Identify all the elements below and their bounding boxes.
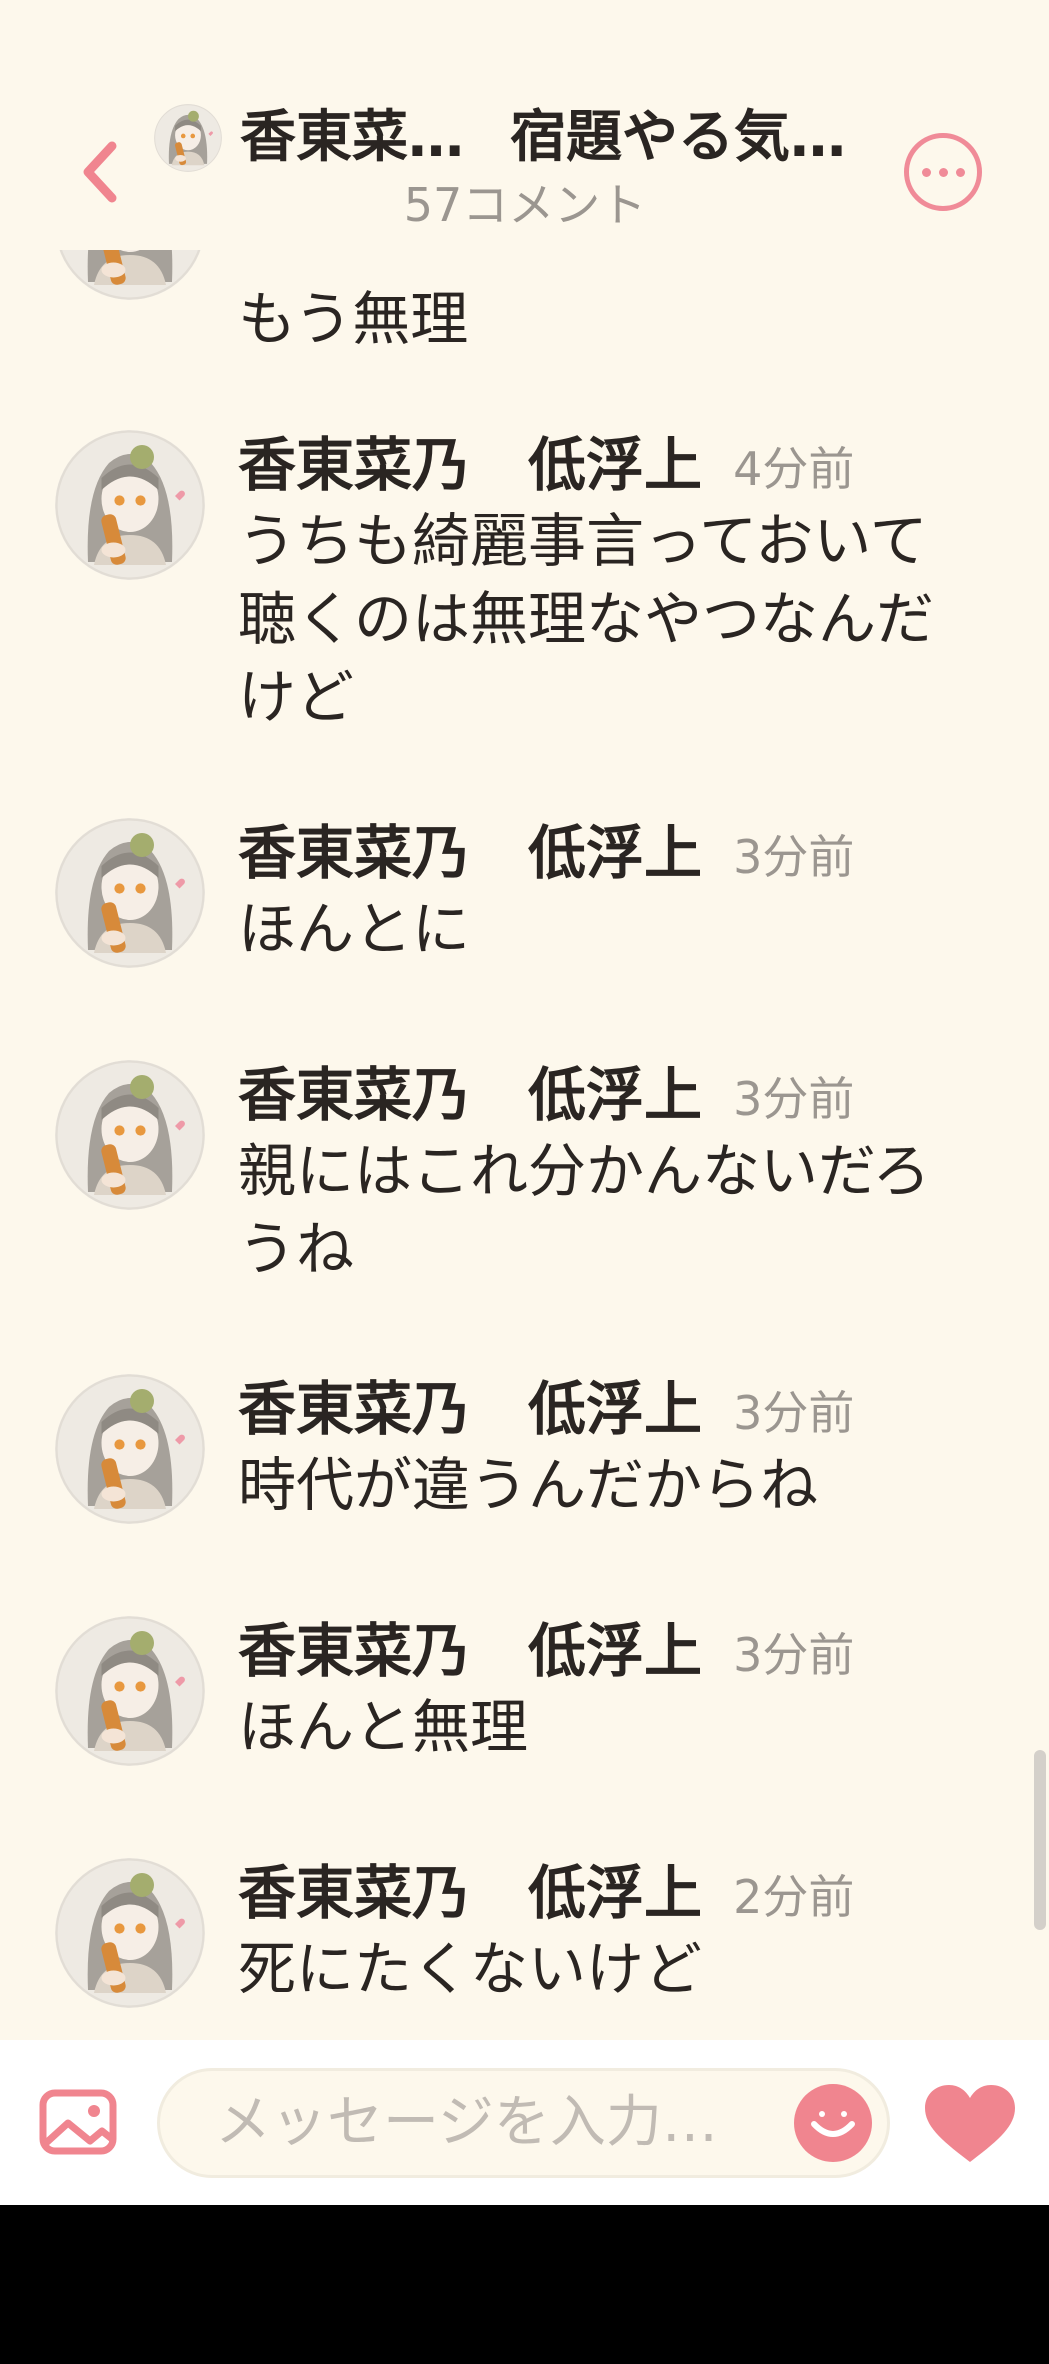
- timestamp: 3分前: [733, 1072, 855, 1126]
- message-text: 親にはこれ分かんないだろうね: [238, 1137, 931, 1283]
- avatar[interactable]: [55, 430, 205, 580]
- message-meta: 香東菜乃 低浮上 3分前: [238, 818, 854, 888]
- message-meta: 香東菜乃 低浮上 3分前: [238, 1374, 854, 1444]
- message-text: ほんとに: [238, 895, 471, 963]
- author-name[interactable]: 香東菜乃 低浮上: [238, 1859, 702, 1927]
- more-icon: [921, 167, 931, 177]
- timestamp: 4分前: [733, 442, 855, 496]
- room-owner-name: 香東菜…: [240, 105, 464, 170]
- timestamp: 3分前: [733, 830, 855, 884]
- message-meta: 香東菜乃 低浮上 4分前: [238, 430, 854, 500]
- back-button[interactable]: [70, 132, 130, 212]
- avatar[interactable]: [55, 1616, 205, 1766]
- more-options-button[interactable]: [904, 133, 982, 211]
- comment-count: 57コメント: [403, 178, 647, 232]
- message-text: もう無理: [238, 285, 469, 353]
- timestamp: 3分前: [733, 1628, 855, 1682]
- message-text: 時代が違うんだからね: [238, 1451, 819, 1519]
- back-chevron-icon: [83, 141, 117, 203]
- avatar[interactable]: [55, 1060, 205, 1210]
- message-input-placeholder: メッセージを入力…: [215, 2090, 718, 2155]
- heart-icon: [925, 2085, 1015, 2162]
- avatar[interactable]: [55, 1858, 205, 2008]
- system-nav-bar: [0, 2205, 1049, 2364]
- emoji-icon: [811, 2111, 855, 2137]
- message-meta: 香東菜乃 低浮上 3分前: [238, 1616, 854, 1686]
- message-meta: 香東菜乃 低浮上 3分前: [238, 1060, 854, 1130]
- message-meta: 香東菜乃 低浮上 2分前: [238, 1858, 854, 1928]
- message-input[interactable]: メッセージを入力…: [157, 2068, 890, 2178]
- header-avatar[interactable]: [154, 104, 222, 172]
- like-button[interactable]: [921, 2082, 1019, 2168]
- author-name[interactable]: 香東菜乃 低浮上: [238, 1061, 702, 1129]
- message-text: 死にたくないけど: [238, 1935, 703, 2003]
- avatar[interactable]: [55, 1374, 205, 1524]
- message-composer: メッセージを入力…: [0, 2040, 1049, 2205]
- page-title: 香東菜… 宿題やる気…: [240, 100, 870, 176]
- author-name[interactable]: 香東菜乃 低浮上: [238, 431, 702, 499]
- scrollbar[interactable]: [1034, 1750, 1046, 1930]
- chat-header: 香東菜… 宿題やる気… 57コメント: [0, 0, 1049, 250]
- avatar[interactable]: [55, 818, 205, 968]
- message-text: ほんと無理: [238, 1693, 529, 1761]
- image-icon: [39, 2089, 117, 2155]
- timestamp: 3分前: [733, 1386, 855, 1440]
- author-name[interactable]: 香東菜乃 低浮上: [238, 819, 702, 887]
- author-name[interactable]: 香東菜乃 低浮上: [238, 1617, 702, 1685]
- author-name[interactable]: 香東菜乃 低浮上: [238, 1375, 702, 1443]
- image-button[interactable]: [38, 2085, 118, 2160]
- room-title: 宿題やる気…: [510, 105, 846, 170]
- timestamp: 2分前: [733, 1870, 855, 1924]
- message-text: うちも綺麗事言っておいて聴くのは無理なやつなんだけど: [238, 507, 935, 731]
- emoji-button[interactable]: [794, 2084, 872, 2162]
- message-feed[interactable]: もう無理 香東菜乃 低浮上 4分前 うちも綺麗事言っておいて聴くのは無理なやつな…: [0, 0, 1049, 2040]
